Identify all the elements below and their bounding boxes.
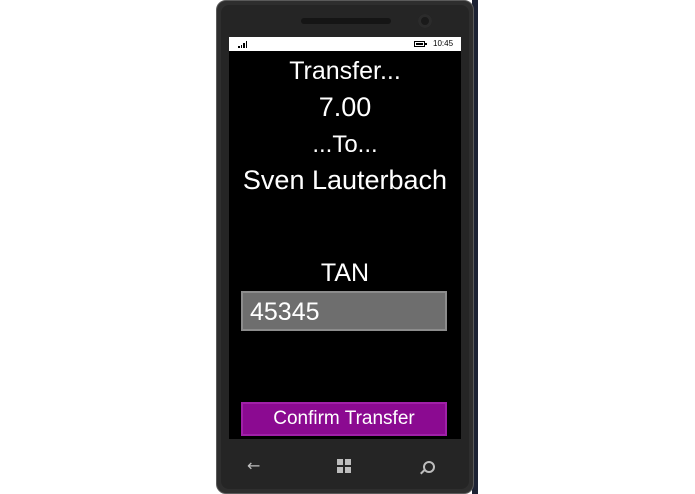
- search-icon[interactable]: [423, 461, 435, 473]
- transfer-label: Transfer...: [289, 57, 401, 85]
- hardware-nav-bar: ←: [217, 443, 475, 491]
- phone-screen: 10:45 Transfer... 7.00 ...To... Sven Lau…: [229, 37, 461, 439]
- to-label: ...To...: [312, 131, 378, 158]
- battery-icon: [414, 41, 427, 47]
- windows-icon[interactable]: [337, 459, 351, 473]
- tan-label: TAN: [320, 259, 370, 287]
- confirm-transfer-button[interactable]: Confirm Transfer: [241, 402, 447, 436]
- back-icon[interactable]: ←: [247, 456, 260, 475]
- transfer-amount: 7.00: [318, 92, 372, 122]
- recipient-name: Sven Lauterbach: [242, 165, 448, 195]
- tan-input[interactable]: 45345: [241, 291, 447, 331]
- signal-icon: [238, 41, 248, 48]
- phone-frame: 10:45 Transfer... 7.00 ...To... Sven Lau…: [216, 0, 474, 494]
- camera-icon: [418, 14, 432, 28]
- speaker-grille: [301, 18, 391, 24]
- status-bar: 10:45: [229, 37, 461, 51]
- status-time: 10:45: [433, 39, 454, 48]
